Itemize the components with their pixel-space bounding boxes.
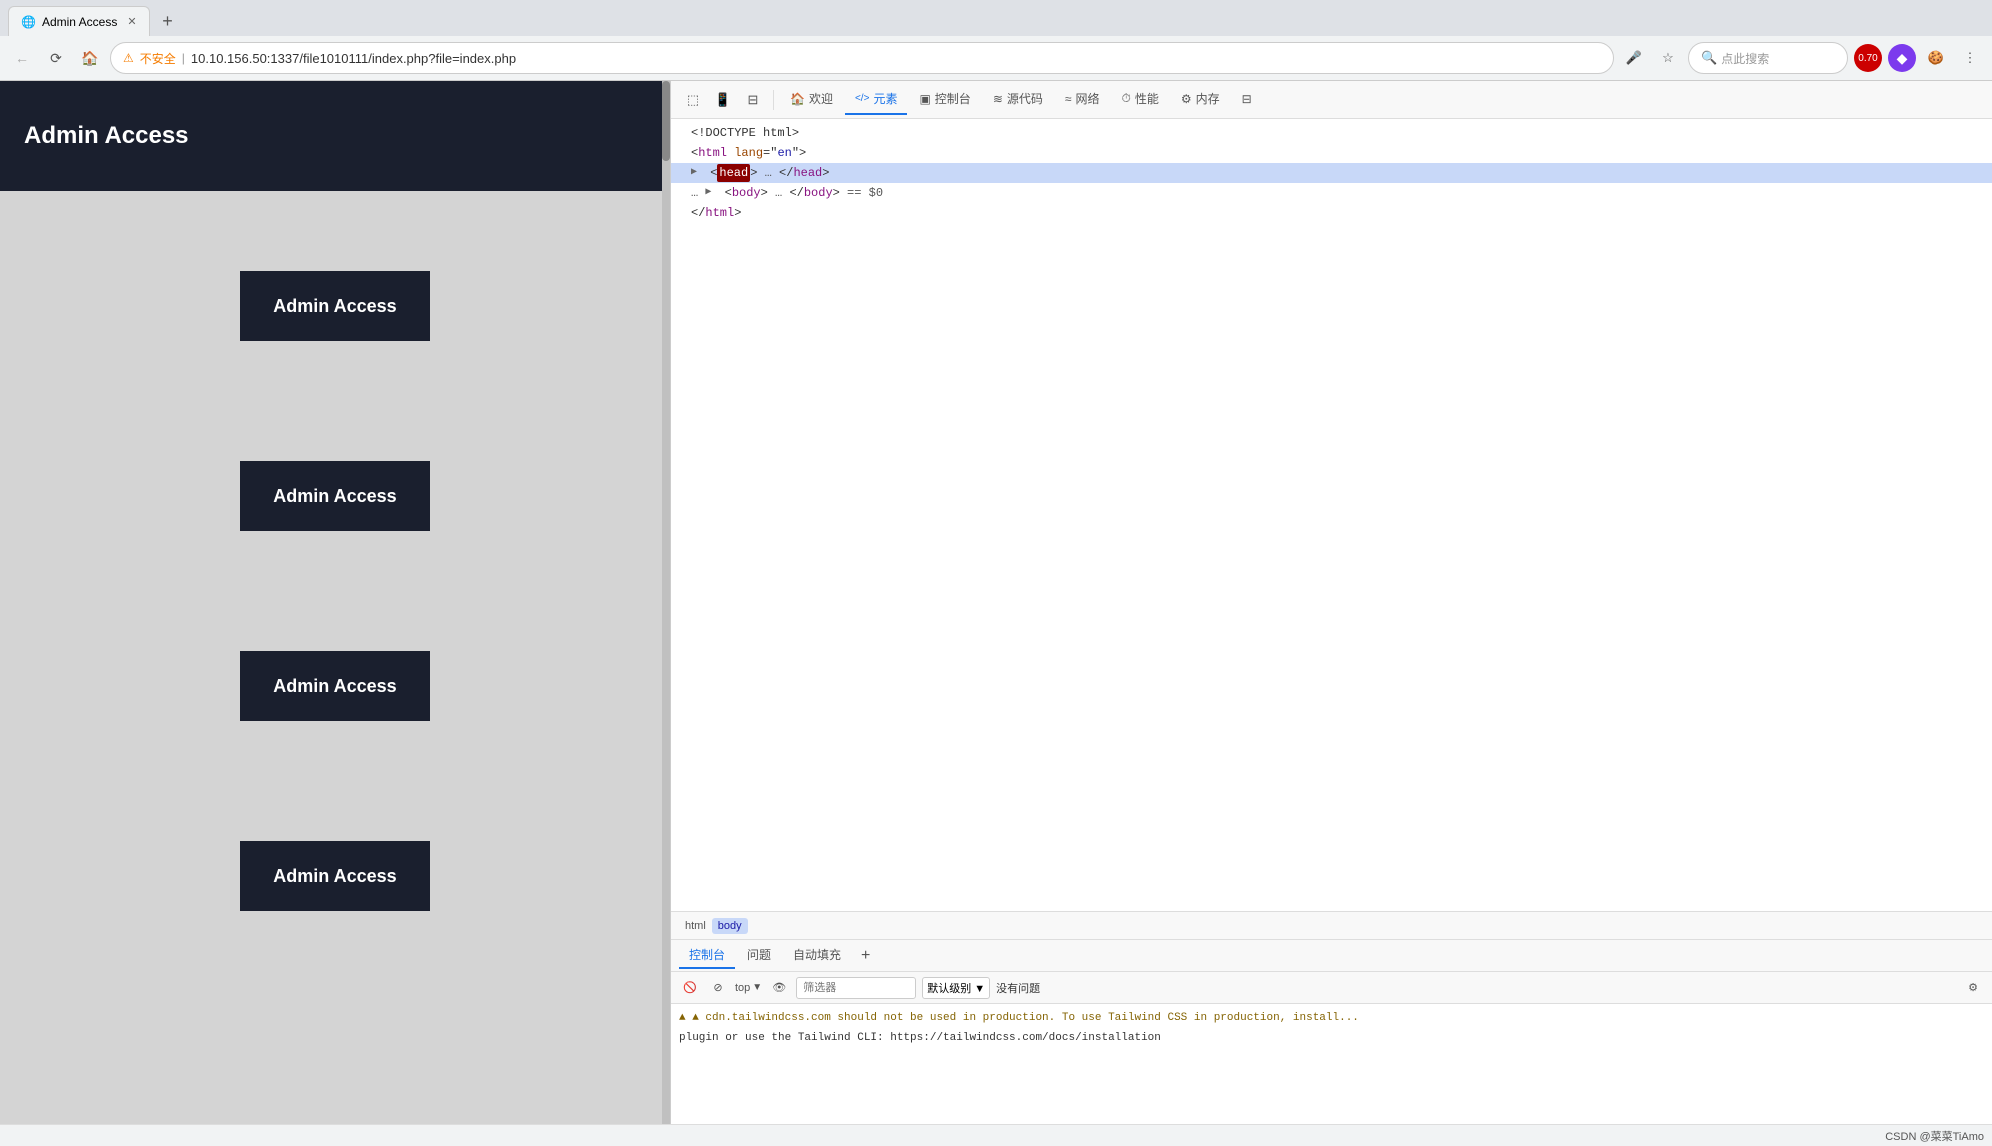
breadcrumb-html[interactable]: html xyxy=(679,918,712,934)
status-bar: CSDN @菜菜TiAmo xyxy=(0,1124,1992,1146)
nav-bar: ← ⟳ 🏠 ⚠ 不安全 | 10.10.156.50:1337/file1010… xyxy=(0,36,1992,80)
extension-button[interactable]: ◆ xyxy=(1888,44,1916,72)
admin-access-button-1[interactable]: Admin Access xyxy=(240,271,430,341)
log-level-dropdown[interactable]: 默认级别 ▼ xyxy=(922,977,990,999)
eye-button[interactable]: 👁 xyxy=(768,977,790,999)
expand-arrow-head[interactable]: ▶ xyxy=(691,164,703,182)
panel-layout-button[interactable]: ⊟ xyxy=(739,86,767,114)
new-tab-button[interactable]: + xyxy=(154,7,182,35)
chevron-down-icon[interactable]: ▼ xyxy=(752,982,762,993)
scrollbar-thumb[interactable] xyxy=(662,81,670,161)
top-dropdown-container: top ▼ xyxy=(735,982,762,994)
console-line-1: ▲ ▲ cdn.tailwindcss.com should not be us… xyxy=(679,1008,1984,1028)
url-text: 10.10.156.50:1337/file1010111/index.php?… xyxy=(191,51,1601,66)
tab-console[interactable]: ▣ 控制台 xyxy=(909,84,980,115)
home-button[interactable]: 🏠 xyxy=(76,44,104,72)
head-tag-line[interactable]: ▶ <head> … </head> xyxy=(671,163,1992,183)
devtools-toolbar: ⬚ 📱 ⊟ 🏠 欢迎 </> 元素 ▣ 控制台 ≋ 源代码 ≈ xyxy=(671,81,1992,119)
home-icon: 🏠 xyxy=(790,92,805,106)
expand-arrow-body[interactable]: ▶ xyxy=(705,184,717,202)
filter-input[interactable] xyxy=(796,977,916,999)
tab-performance[interactable]: ⏱ 性能 xyxy=(1112,84,1169,115)
tab-network[interactable]: ≈ 网络 xyxy=(1055,84,1110,115)
bottom-tabs: 控制台 问题 自动填充 + xyxy=(671,940,1992,972)
tab-title: Admin Access xyxy=(42,15,117,29)
menu-button[interactable]: ⋮ xyxy=(1956,44,1984,72)
bookmark-button[interactable]: ☆ xyxy=(1654,44,1682,72)
performance-icon: ⏱ xyxy=(1122,91,1131,106)
breadcrumb-body[interactable]: body xyxy=(712,918,748,934)
tab-close-icon[interactable]: ✕ xyxy=(127,15,136,28)
sources-icon: ≋ xyxy=(993,92,1003,106)
expand-arrow xyxy=(679,144,691,162)
placeholder-arrow xyxy=(679,204,691,222)
console-output: ▲ ▲ cdn.tailwindcss.com should not be us… xyxy=(671,1004,1992,1124)
devtools-panel: ⬚ 📱 ⊟ 🏠 欢迎 </> 元素 ▣ 控制台 ≋ 源代码 ≈ xyxy=(670,81,1992,1124)
add-tab-button[interactable]: + xyxy=(853,943,878,969)
admin-access-button-4[interactable]: Admin Access xyxy=(240,841,430,911)
device-toggle-button[interactable]: 📱 xyxy=(709,86,737,114)
back-button[interactable]: ← xyxy=(8,44,36,72)
badge-circle: 0.70 xyxy=(1854,44,1882,72)
memory-icon: ⚙ xyxy=(1181,92,1192,106)
admin-access-button-3[interactable]: Admin Access xyxy=(240,651,430,721)
url-separator: | xyxy=(182,51,185,65)
security-warning-text: 不安全 xyxy=(140,50,176,67)
scrollbar-track xyxy=(662,81,670,1124)
top-label: top xyxy=(735,982,750,994)
tab-console-bottom[interactable]: 控制台 xyxy=(679,942,735,969)
active-tab[interactable]: 🌐 Admin Access ✕ xyxy=(8,6,150,36)
web-page-body: Admin Access Admin Access Admin Access A… xyxy=(0,191,670,991)
network-icon: ≈ xyxy=(1065,92,1072,106)
inspect-element-button[interactable]: ⬚ xyxy=(679,86,707,114)
console-tools: 🚫 ⊘ top ▼ 👁 默认级别 ▼ 没有问题 ⚙ xyxy=(671,972,1992,1004)
elements-code-icon: </> xyxy=(855,93,869,104)
browser-chrome: 🌐 Admin Access ✕ + ← ⟳ 🏠 ⚠ 不安全 | 10.10.1… xyxy=(0,0,1992,81)
security-warning-icon: ⚠ xyxy=(123,51,134,65)
web-page-header: Admin Access xyxy=(0,81,670,191)
tab-autofill-bottom[interactable]: 自动填充 xyxy=(783,942,851,969)
bottom-panel: html body 控制台 问题 自动填充 + 🚫 ⊘ xyxy=(671,911,1992,1124)
dropdown-arrow-icon: ▼ xyxy=(974,983,985,995)
main-area: Admin Access Admin Access Admin Access A… xyxy=(0,81,1992,1124)
body-tag-line[interactable]: … ▶ <body> … </body> == $0 xyxy=(671,183,1992,203)
warning-triangle-icon: ▲ xyxy=(679,1012,692,1024)
console-status-text: 没有问题 xyxy=(996,980,1040,996)
tab-sources[interactable]: ≋ 源代码 xyxy=(983,84,1053,115)
reload-button[interactable]: ⟳ xyxy=(42,44,70,72)
console-settings-button[interactable]: ⚙ xyxy=(1962,977,1984,999)
html-tag-line: <html lang="en"> xyxy=(671,143,1992,163)
console-icon: ▣ xyxy=(919,92,930,106)
filter-toggle-button[interactable]: ⊘ xyxy=(707,977,729,999)
tab-issues-bottom[interactable]: 问题 xyxy=(737,942,781,969)
status-right-text: CSDN @菜菜TiAmo xyxy=(1885,1128,1984,1144)
clear-console-button[interactable]: 🚫 xyxy=(679,977,701,999)
search-bar[interactable]: 🔍 点此搜索 xyxy=(1688,42,1848,74)
tab-bar: 🌐 Admin Access ✕ + xyxy=(0,0,1992,36)
doctype-line: <!DOCTYPE html> xyxy=(671,123,1992,143)
extension-badge-button[interactable]: 0.70 xyxy=(1854,44,1882,72)
tab-memory[interactable]: ⚙ 内存 xyxy=(1171,84,1230,115)
tab-elements[interactable]: </> 元素 xyxy=(845,84,907,115)
web-page-panel: Admin Access Admin Access Admin Access A… xyxy=(0,81,670,1124)
expand-arrow xyxy=(679,124,691,142)
more-tabs-icon: ⊟ xyxy=(1242,92,1252,106)
tab-icon: 🌐 xyxy=(21,15,36,29)
page-title: Admin Access xyxy=(24,122,189,150)
html-close-line: </html> xyxy=(671,203,1992,223)
tab-welcome[interactable]: 🏠 欢迎 xyxy=(780,84,843,115)
voice-search-button[interactable]: 🎤 xyxy=(1620,44,1648,72)
elements-panel[interactable]: <!DOCTYPE html> <html lang="en"> ▶ <head… xyxy=(671,119,1992,911)
address-bar[interactable]: ⚠ 不安全 | 10.10.156.50:1337/file1010111/in… xyxy=(110,42,1614,74)
tab-more[interactable]: ⊟ xyxy=(1232,86,1262,114)
breadcrumb-bar: html body xyxy=(671,912,1992,940)
admin-access-button-2[interactable]: Admin Access xyxy=(240,461,430,531)
search-placeholder-text: 点此搜索 xyxy=(1721,50,1769,67)
search-icon: 🔍 xyxy=(1701,50,1717,66)
toolbar-separator-1 xyxy=(773,90,774,110)
profile-button[interactable]: 🍪 xyxy=(1922,44,1950,72)
console-line-2: plugin or use the Tailwind CLI: https://… xyxy=(679,1028,1984,1048)
